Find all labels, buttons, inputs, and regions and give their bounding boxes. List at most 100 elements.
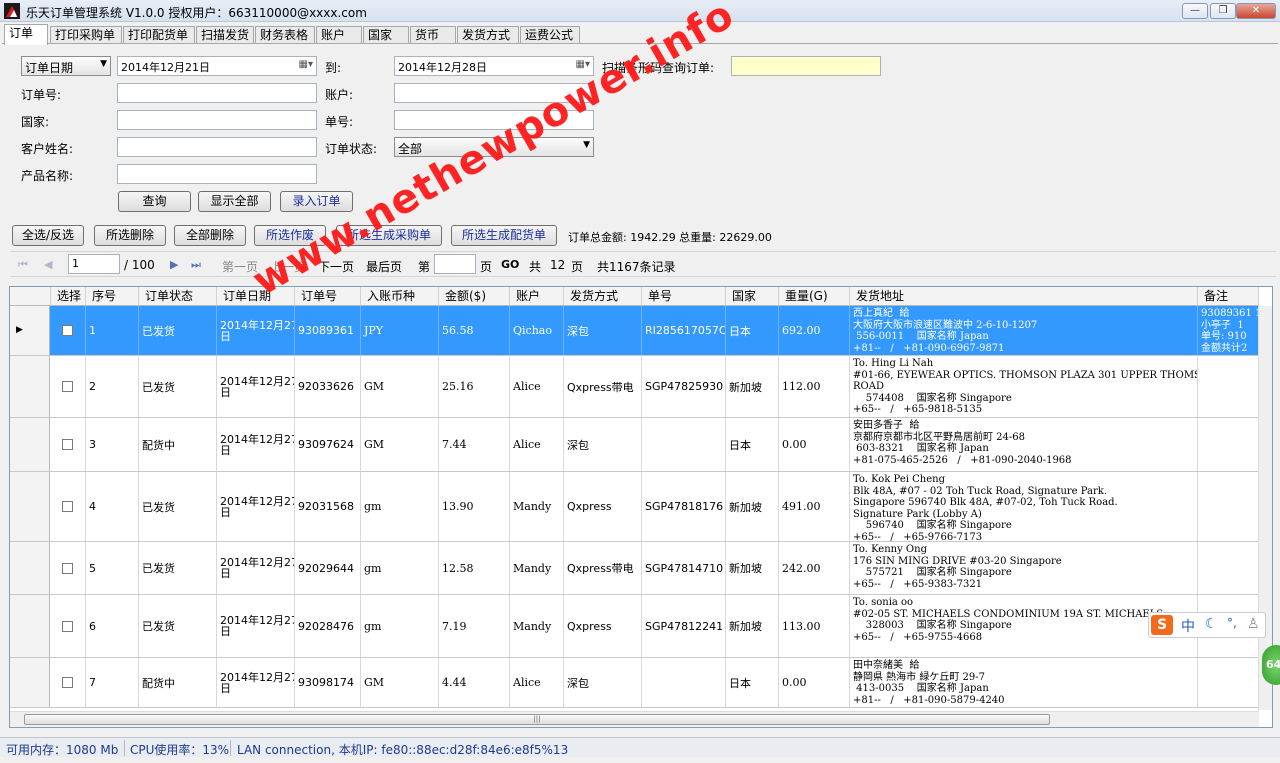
col-country[interactable]: 国家	[726, 287, 779, 306]
customer-input[interactable]	[117, 137, 317, 157]
horizontal-scrollbar[interactable]: |||	[10, 711, 1259, 727]
table-row[interactable]: 7 配货中 2014年12月27 日 93098174 GM 4.44 Alice 深包 日本 0…	[10, 658, 1259, 708]
select-cell	[51, 595, 86, 657]
col-select[interactable]: 选择	[51, 287, 86, 306]
scroll-thumb[interactable]: |||	[24, 714, 1050, 725]
cell-weight-text: 692.00	[782, 324, 821, 337]
row-header[interactable]	[10, 418, 50, 471]
cell-weight-text: 491.00	[782, 500, 821, 513]
col-ship-method[interactable]: 发货方式	[564, 287, 642, 306]
cell-track-text: SGP47814710	[645, 561, 724, 575]
tab-account[interactable]: 账户	[316, 26, 362, 44]
cell-amount: 7.44	[439, 418, 510, 471]
cell-no: 2	[86, 356, 139, 417]
tab-print-picking[interactable]: 打印配货单	[123, 26, 195, 44]
next-page-icon[interactable]: ▶	[170, 258, 178, 271]
scan-barcode-input[interactable]	[731, 56, 881, 76]
row-checkbox[interactable]	[62, 620, 73, 632]
minimize-button[interactable]: —	[1182, 3, 1208, 19]
cell-status-text: 已发货	[142, 324, 175, 338]
delete-selected-button[interactable]: 所选删除	[94, 225, 166, 246]
tab-finance[interactable]: 财务表格	[255, 26, 315, 44]
col-address[interactable]: 发货地址	[850, 287, 1198, 306]
cell-date-text: 2014年12月27 日	[220, 432, 295, 457]
tracking-label: 单号:	[325, 115, 354, 129]
date-from-picker[interactable]: 2014年12月21日 ▦▾	[117, 56, 317, 76]
moon-icon[interactable]: ☾	[1205, 616, 1218, 632]
row-checkbox[interactable]	[62, 381, 73, 392]
col-weight[interactable]: 重量(G)	[779, 287, 850, 306]
go-button[interactable]: GO	[501, 258, 519, 271]
user-icon[interactable]: ♙	[1247, 616, 1260, 632]
tab-freight-formula[interactable]: 运费公式	[520, 26, 580, 44]
product-input[interactable]	[117, 164, 317, 184]
query-button[interactable]: 查询	[118, 191, 191, 212]
last-page-link[interactable]: 最后页	[366, 258, 402, 275]
row-checkbox[interactable]	[62, 325, 73, 336]
select-cell	[51, 658, 86, 707]
table-row[interactable]: 6 已发货 2014年12月27 日 92028476 gm 7.19 Mandy Qxpre…	[10, 595, 1259, 658]
tab-print-purchase[interactable]: 打印采购单	[50, 26, 122, 44]
table-row[interactable]: 2 已发货 2014年12月27 日 92033626 GM 25.16 Alice Qxpr…	[10, 356, 1259, 418]
col-currency[interactable]: 入账币种	[361, 287, 439, 306]
col-note[interactable]: 备注	[1198, 287, 1259, 306]
col-account[interactable]: 账户	[510, 287, 564, 306]
date-to-picker[interactable]: 2014年12月28日 ▦▾	[394, 56, 594, 76]
row-header[interactable]	[10, 356, 50, 417]
col-tracking[interactable]: 单号	[642, 287, 726, 306]
cell-order-text: 93098174	[298, 676, 354, 689]
row-header[interactable]	[10, 542, 50, 594]
row-checkbox[interactable]	[62, 439, 73, 450]
show-all-button[interactable]: 显示全部	[198, 191, 271, 212]
delete-all-button[interactable]: 全部删除	[174, 225, 246, 246]
country-input[interactable]	[117, 110, 317, 130]
col-amount[interactable]: 金额($)	[439, 287, 510, 306]
row-checkbox[interactable]	[62, 501, 73, 512]
col-status[interactable]: 订单状态	[139, 287, 217, 306]
select-all-button[interactable]: 全选/反选	[12, 225, 84, 246]
order-no-input[interactable]	[117, 83, 317, 103]
close-button[interactable]: ✕	[1236, 3, 1276, 19]
cell-track: SGP47812241	[642, 595, 726, 657]
cell-addr-text: 安田多香子 給 京都府京都市北区平野鳥居前町 24-68 603-8321 国家…	[853, 420, 1072, 466]
row-header[interactable]	[10, 658, 50, 707]
tab-ship-method[interactable]: 发货方式	[457, 26, 519, 44]
gen-picking-button[interactable]: 所选生成配货单	[451, 225, 557, 246]
table-row[interactable]: 5 已发货 2014年12月27 日 92029644 gm 12.58 Mandy Qxpr…	[10, 542, 1259, 595]
cell-account-text: Alice	[513, 380, 541, 393]
prev-page-icon[interactable]: ◀	[44, 258, 52, 271]
goto-page-input[interactable]	[434, 254, 476, 274]
calendar-icon[interactable]: ▦▾	[299, 59, 313, 70]
row-header[interactable]: ▶	[10, 306, 50, 355]
row-header[interactable]	[10, 595, 50, 657]
row-header[interactable]	[10, 472, 50, 541]
record-count: 共1167条记录	[597, 260, 676, 274]
row-checkbox[interactable]	[62, 562, 73, 574]
page-input[interactable]: 1	[68, 254, 120, 274]
tab-country[interactable]: 国家	[363, 26, 409, 44]
cell-order: 93097624	[295, 418, 361, 471]
tab-scan-ship[interactable]: 扫描发货	[196, 26, 254, 44]
sogou-icon[interactable]: S	[1151, 615, 1173, 635]
ime-language[interactable]: 中	[1181, 616, 1195, 636]
date-type-select[interactable]: 订单日期 ▼	[21, 56, 111, 76]
cell-country-text: 新加坡	[729, 562, 762, 575]
first-page-icon[interactable]: ⏮	[18, 258, 28, 272]
table-row[interactable]: 4 已发货 2014年12月27 日 92031568 gm 13.90 Mandy Qxpr…	[10, 472, 1259, 542]
col-order-no[interactable]: 订单号	[295, 287, 361, 306]
punctuation-icon[interactable]: °,	[1227, 616, 1237, 630]
cell-date: 2014年12月27 日	[217, 306, 295, 355]
tab-orders[interactable]: 订单	[4, 24, 48, 45]
table-row[interactable]: 3 配货中 2014年12月27 日 93097624 GM 7.44 Alice 深包 日本 0…	[10, 418, 1259, 472]
table-row[interactable]: ▶ 1 已发货 2014年12月27 日 93089361 JPY 56.58 Qichao 深…	[10, 306, 1259, 356]
col-seq[interactable]: 序号	[86, 287, 139, 306]
floating-badge[interactable]: 64	[1262, 645, 1280, 685]
cell-amount-text: 4.44	[442, 676, 467, 689]
row-checkbox[interactable]	[62, 677, 73, 688]
cell-date-text: 2014年12月27 日	[220, 374, 295, 399]
cell-weight-text: 0.00	[782, 676, 807, 689]
maximize-button[interactable]: ❐	[1210, 3, 1236, 19]
tab-currency[interactable]: 货币	[410, 26, 456, 44]
cell-account: Mandy	[510, 595, 564, 657]
last-page-icon[interactable]: ⏭	[191, 258, 201, 272]
